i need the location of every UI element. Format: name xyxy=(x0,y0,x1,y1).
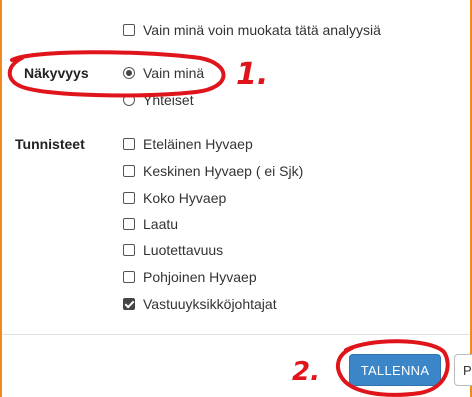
tag-label: Eteläinen Hyvaep xyxy=(143,136,253,152)
visibility-option-label: Yhteiset xyxy=(143,92,194,108)
tag-label: Luotettavuus xyxy=(143,242,224,258)
visibility-option-label: Vain minä xyxy=(143,65,205,81)
edit-permission-checkbox[interactable] xyxy=(123,24,135,36)
footer-divider xyxy=(2,334,470,335)
next-button[interactable]: P xyxy=(454,354,472,386)
tags-label: Tunnisteet xyxy=(15,136,85,152)
tag-label: Pohjoinen Hyvaep xyxy=(143,269,257,285)
visibility-radio-only-me[interactable] xyxy=(123,67,135,79)
window-frame-left xyxy=(0,0,2,397)
tag-checkbox[interactable] xyxy=(123,165,135,177)
tag-label: Vastuuyksikköjohtajat xyxy=(143,296,277,312)
tag-checkbox[interactable] xyxy=(123,298,135,310)
tag-label: Keskinen Hyvaep ( ei Sjk) xyxy=(143,163,304,179)
visibility-radio-shared[interactable] xyxy=(123,94,135,106)
annotation-marker-2: 2. xyxy=(292,357,320,387)
annotation-marker-1: 1. xyxy=(236,57,268,92)
tag-checkbox[interactable] xyxy=(123,138,135,150)
tag-checkbox[interactable] xyxy=(123,244,135,256)
tag-checkbox[interactable] xyxy=(123,192,135,204)
tag-checkbox[interactable] xyxy=(123,271,135,283)
save-button[interactable]: TALLENNA xyxy=(349,354,441,386)
visibility-label: Näkyvyys xyxy=(24,65,89,81)
tag-checkbox[interactable] xyxy=(123,218,135,230)
edit-permission-label: Vain minä voin muokata tätä analyysiä xyxy=(143,22,381,38)
annotation-overlay: 1. 2. xyxy=(7,50,450,397)
tag-label: Laatu xyxy=(143,216,179,232)
tag-label: Koko Hyvaep xyxy=(143,190,227,206)
